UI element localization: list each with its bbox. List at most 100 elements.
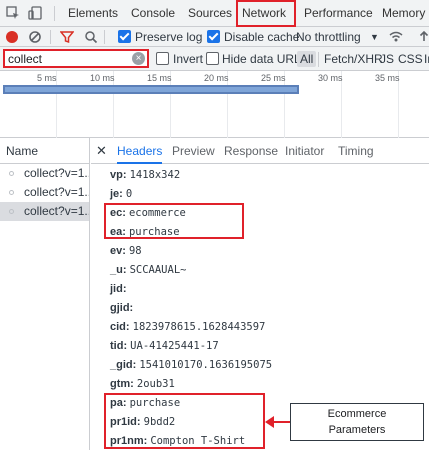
param-value: 1418x342 <box>129 169 181 181</box>
filter-type-js[interactable]: JS <box>380 47 394 71</box>
name-column-header[interactable]: Name <box>0 138 89 164</box>
record-icon[interactable] <box>6 31 18 43</box>
param-key: _u: <box>110 264 127 276</box>
param-key: gtm: <box>110 378 134 390</box>
param-key: cid: <box>110 321 130 333</box>
chevron-down-icon[interactable]: ▼ <box>370 27 379 47</box>
request-row[interactable]: collect?v=1... <box>0 183 89 202</box>
filter-type-all[interactable]: All <box>297 51 317 67</box>
timeline-tick-label: 35 ms <box>375 73 400 83</box>
tabbar-divider <box>54 6 55 21</box>
tab-performance[interactable]: Performance <box>300 0 377 27</box>
param-value: 0 <box>125 188 133 200</box>
request-name: collect?v=1... <box>24 166 89 180</box>
disable-cache-checkbox[interactable] <box>207 30 220 43</box>
search-icon[interactable] <box>84 27 98 47</box>
devtools-tabbar: Elements Console Sources Network Perform… <box>0 0 429 27</box>
network-conditions-icon[interactable] <box>388 27 404 47</box>
param-value: UA-41425441-17 <box>130 340 219 352</box>
param-value: 1541010170.1636195075 <box>139 359 273 371</box>
request-status-icon <box>9 209 14 214</box>
param-row: je: 0 <box>110 185 132 204</box>
preserve-log-label: Preserve log <box>135 30 203 44</box>
preserve-log-checkbox[interactable] <box>118 30 131 43</box>
annotation-line-2: Parameters <box>328 424 386 436</box>
tab-preview[interactable]: Preview <box>172 138 215 164</box>
param-row: ev: 98 <box>110 242 142 261</box>
param-row: tid: UA-41425441-17 <box>110 337 219 356</box>
import-har-icon[interactable] <box>418 27 429 47</box>
toolbar-divider <box>50 30 51 44</box>
filter-divider <box>318 52 319 67</box>
param-row: vp: 1418x342 <box>110 166 180 185</box>
tab-initiator[interactable]: Initiator <box>285 138 324 164</box>
request-row-selected[interactable]: collect?v=1... <box>0 202 89 221</box>
disable-cache-label: Disable cache <box>224 30 300 44</box>
param-row: _gid: 1541010170.1636195075 <box>110 356 272 375</box>
request-name: collect?v=1... <box>24 204 89 218</box>
device-toolbar-icon[interactable] <box>27 5 43 21</box>
param-key: tid: <box>110 340 128 352</box>
param-row: gjid: <box>110 299 133 318</box>
tab-network[interactable]: Network <box>236 0 296 27</box>
param-row: _u: SCCAAUAL~ <box>110 261 186 280</box>
param-row: jid: <box>110 280 127 299</box>
timeline-tick-label: 15 ms <box>147 73 172 83</box>
request-row[interactable]: collect?v=1... <box>0 164 89 183</box>
tab-sources[interactable]: Sources <box>184 0 236 27</box>
timeline-overview[interactable]: 5 ms 10 ms 15 ms 20 ms 25 ms 30 ms 35 ms <box>0 71 429 138</box>
param-key: gjid: <box>110 302 134 314</box>
param-key: jid: <box>110 283 127 295</box>
filter-input[interactable] <box>3 49 149 68</box>
invert-checkbox[interactable] <box>156 52 169 65</box>
timeline-tick-label: 20 ms <box>204 73 229 83</box>
timeline-tick-label: 30 ms <box>318 73 343 83</box>
tab-response[interactable]: Response <box>224 138 278 164</box>
param-value: 1823978615.1628443597 <box>132 321 266 333</box>
filter-type-css[interactable]: CSS <box>398 47 423 71</box>
timeline-tick-label: 10 ms <box>90 73 115 83</box>
annotation-line-1: Ecommerce <box>327 408 387 420</box>
param-key: vp: <box>110 169 127 181</box>
param-key: ev: <box>110 245 126 257</box>
tab-console[interactable]: Console <box>127 0 179 27</box>
param-row: cid: 1823978615.1628443597 <box>110 318 265 337</box>
detail-tabbar: ✕ Headers Preview Response Initiator Tim… <box>91 138 429 164</box>
toolbar-divider <box>104 30 105 44</box>
tab-timing[interactable]: Timing <box>338 138 374 164</box>
network-toolbar: Preserve log Disable cache No throttling… <box>0 27 429 47</box>
tab-headers[interactable]: Headers <box>117 138 163 164</box>
filter-icon[interactable] <box>59 27 75 47</box>
ecommerce-event-highlight <box>104 203 244 239</box>
filter-bar: × Invert Hide data URLs All Fetch/XHR JS… <box>0 47 429 71</box>
param-key: _gid: <box>110 359 137 371</box>
param-key: je: <box>110 188 123 200</box>
clear-icon[interactable] <box>28 27 42 47</box>
annotation-callout: Ecommerce Parameters <box>290 403 424 441</box>
filter-type-fetch-xhr[interactable]: Fetch/XHR <box>324 47 383 71</box>
hide-data-urls-label: Hide data URLs <box>222 52 307 66</box>
hide-data-urls-checkbox[interactable] <box>206 52 219 65</box>
request-status-icon <box>9 190 14 195</box>
tab-elements[interactable]: Elements <box>64 0 122 27</box>
inspect-element-icon[interactable] <box>5 5 21 21</box>
param-value: SCCAAUAL~ <box>129 264 187 276</box>
request-list: Name collect?v=1... collect?v=1... colle… <box>0 138 90 450</box>
invert-label: Invert <box>173 52 204 66</box>
tab-memory[interactable]: Memory <box>378 0 429 27</box>
filter-type-img[interactable]: Im <box>424 47 429 71</box>
throttling-select[interactable]: No throttling <box>296 27 361 47</box>
close-icon[interactable]: ✕ <box>96 143 107 159</box>
request-status-icon <box>9 171 14 176</box>
clear-filter-icon[interactable]: × <box>132 52 145 65</box>
annotation-arrow-line <box>272 421 291 423</box>
ecommerce-params-highlight <box>104 393 265 449</box>
param-row: gtm: 2oub31 <box>110 375 175 394</box>
request-name: collect?v=1... <box>24 185 89 199</box>
annotation-arrow-icon <box>265 416 274 428</box>
timeline-tick-label: 25 ms <box>261 73 286 83</box>
param-value: 2oub31 <box>136 378 175 390</box>
timeline-request-bar[interactable] <box>3 85 299 94</box>
param-value: 98 <box>128 245 142 257</box>
timeline-tick-label: 5 ms <box>37 73 57 83</box>
